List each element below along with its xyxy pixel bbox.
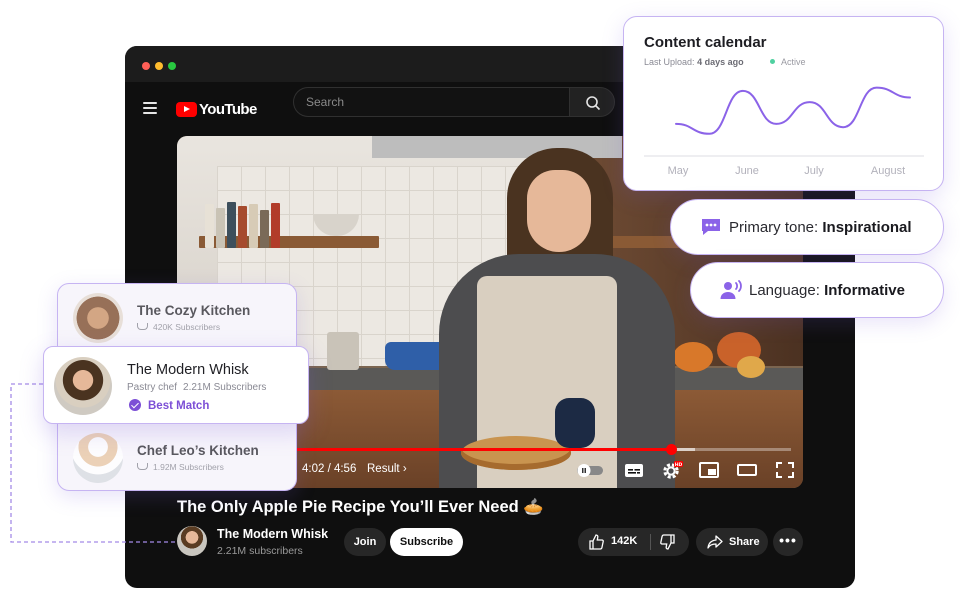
language-value: Informative <box>824 282 905 299</box>
scrubber-handle[interactable] <box>666 444 677 455</box>
join-button[interactable]: Join <box>344 528 386 556</box>
match-subscribers: 1.92M Subscribers <box>137 462 224 472</box>
fullscreen-button[interactable] <box>774 460 796 480</box>
avatar <box>73 433 123 483</box>
chapter-button[interactable]: Result › <box>367 463 407 475</box>
x-tick-label: May <box>668 165 689 177</box>
youtube-logo[interactable]: YouTube <box>176 99 257 119</box>
speaking-person-icon <box>720 280 742 299</box>
thumbs-up-icon <box>589 534 604 550</box>
match-row-cozy-kitchen[interactable]: The Cozy Kitchen 420K Subscribers <box>57 285 297 351</box>
primary-tone-text: Primary tone: Inspirational <box>729 219 912 236</box>
channel-subscriber-count: 2.21M subscribers <box>217 545 303 557</box>
share-label: Share <box>729 536 760 548</box>
match-subscribers: 420K Subscribers <box>137 322 220 332</box>
match-name: The Modern Whisk <box>127 362 249 378</box>
autoplay-pause-icon <box>577 464 603 477</box>
subtitles-button[interactable] <box>623 460 645 480</box>
like-count: 142K <box>611 535 638 547</box>
miniplayer-icon <box>699 462 719 478</box>
language-label: Language: <box>749 282 820 299</box>
fullscreen-icon <box>776 462 794 478</box>
playback-time: 4:02 / 4:56 <box>302 463 357 475</box>
share-button[interactable]: Share <box>696 528 768 556</box>
match-row-chef-leos-kitchen[interactable]: Chef Leo’s Kitchen 1.92M Subscribers <box>57 425 297 491</box>
dislike-button[interactable] <box>654 528 686 556</box>
video-title: The Only Apple Pie Recipe You’ll Ever Ne… <box>177 498 544 516</box>
channel-name[interactable]: The Modern Whisk <box>217 527 328 541</box>
chevron-right-icon: › <box>402 463 407 475</box>
subscribe-button[interactable]: Subscribe <box>390 528 463 556</box>
match-role: Pastry chef <box>127 382 178 393</box>
match-row-modern-whisk[interactable]: The Modern Whisk Pastry chef 2.21M Subscr… <box>43 346 309 424</box>
best-match-label: Best Match <box>148 400 210 412</box>
chat-bubble-icon <box>702 219 720 235</box>
hd-badge: HD <box>675 462 683 468</box>
youtube-play-logo-icon <box>176 101 197 117</box>
x-tick-label: July <box>804 165 824 177</box>
youtube-logo-text: YouTube <box>199 100 257 118</box>
thumbs-down-icon <box>660 534 675 550</box>
minimize-window-button[interactable] <box>155 62 163 70</box>
maximize-window-button[interactable] <box>168 62 176 70</box>
close-window-button[interactable] <box>142 62 150 70</box>
like-button[interactable]: 142K <box>578 528 648 556</box>
miniplayer-button[interactable] <box>698 460 720 480</box>
primary-tone-card: Primary tone: Inspirational <box>670 199 944 255</box>
primary-tone-value: Inspirational <box>822 219 912 236</box>
theater-mode-icon <box>737 464 757 476</box>
x-tick-label: August <box>871 165 905 177</box>
language-card: Language: Informative <box>690 262 944 318</box>
channel-avatar[interactable] <box>177 526 207 556</box>
language-text: Language: Informative <box>749 282 905 299</box>
settings-button[interactable]: HD <box>661 460 683 480</box>
best-match-badge: Best Match <box>129 399 209 412</box>
share-arrow-icon <box>707 535 723 549</box>
check-circle-icon <box>129 399 141 411</box>
primary-tone-label: Primary tone: <box>729 219 819 236</box>
avatar <box>73 293 123 343</box>
chapter-label: Result <box>367 463 400 475</box>
match-subscribers: 2.21M Subscribers <box>183 382 267 393</box>
subtitles-icon <box>625 464 643 477</box>
upload-trend-chart: May June July August <box>644 86 924 177</box>
search-icon <box>586 96 601 111</box>
theater-mode-button[interactable] <box>736 460 758 480</box>
like-dislike-group: 142K <box>578 528 689 556</box>
content-calendar-card: Content calendar Last Upload: 4 days ago… <box>623 16 944 191</box>
hamburger-menu-icon[interactable] <box>143 102 157 114</box>
more-horizontal-icon: ••• <box>779 532 797 548</box>
avatar <box>54 357 112 415</box>
match-name: The Cozy Kitchen <box>137 303 251 318</box>
match-name: Chef Leo’s Kitchen <box>137 443 259 458</box>
series-line <box>675 86 911 135</box>
search-input[interactable] <box>293 87 569 117</box>
autoplay-toggle[interactable] <box>575 460 605 480</box>
match-meta: Pastry chef 2.21M Subscribers <box>127 382 266 393</box>
x-tick-label: June <box>735 165 759 177</box>
gear-icon: HD <box>663 461 683 479</box>
search-button[interactable] <box>569 87 615 117</box>
more-actions-button[interactable]: ••• <box>773 528 803 556</box>
like-divider <box>650 534 651 550</box>
